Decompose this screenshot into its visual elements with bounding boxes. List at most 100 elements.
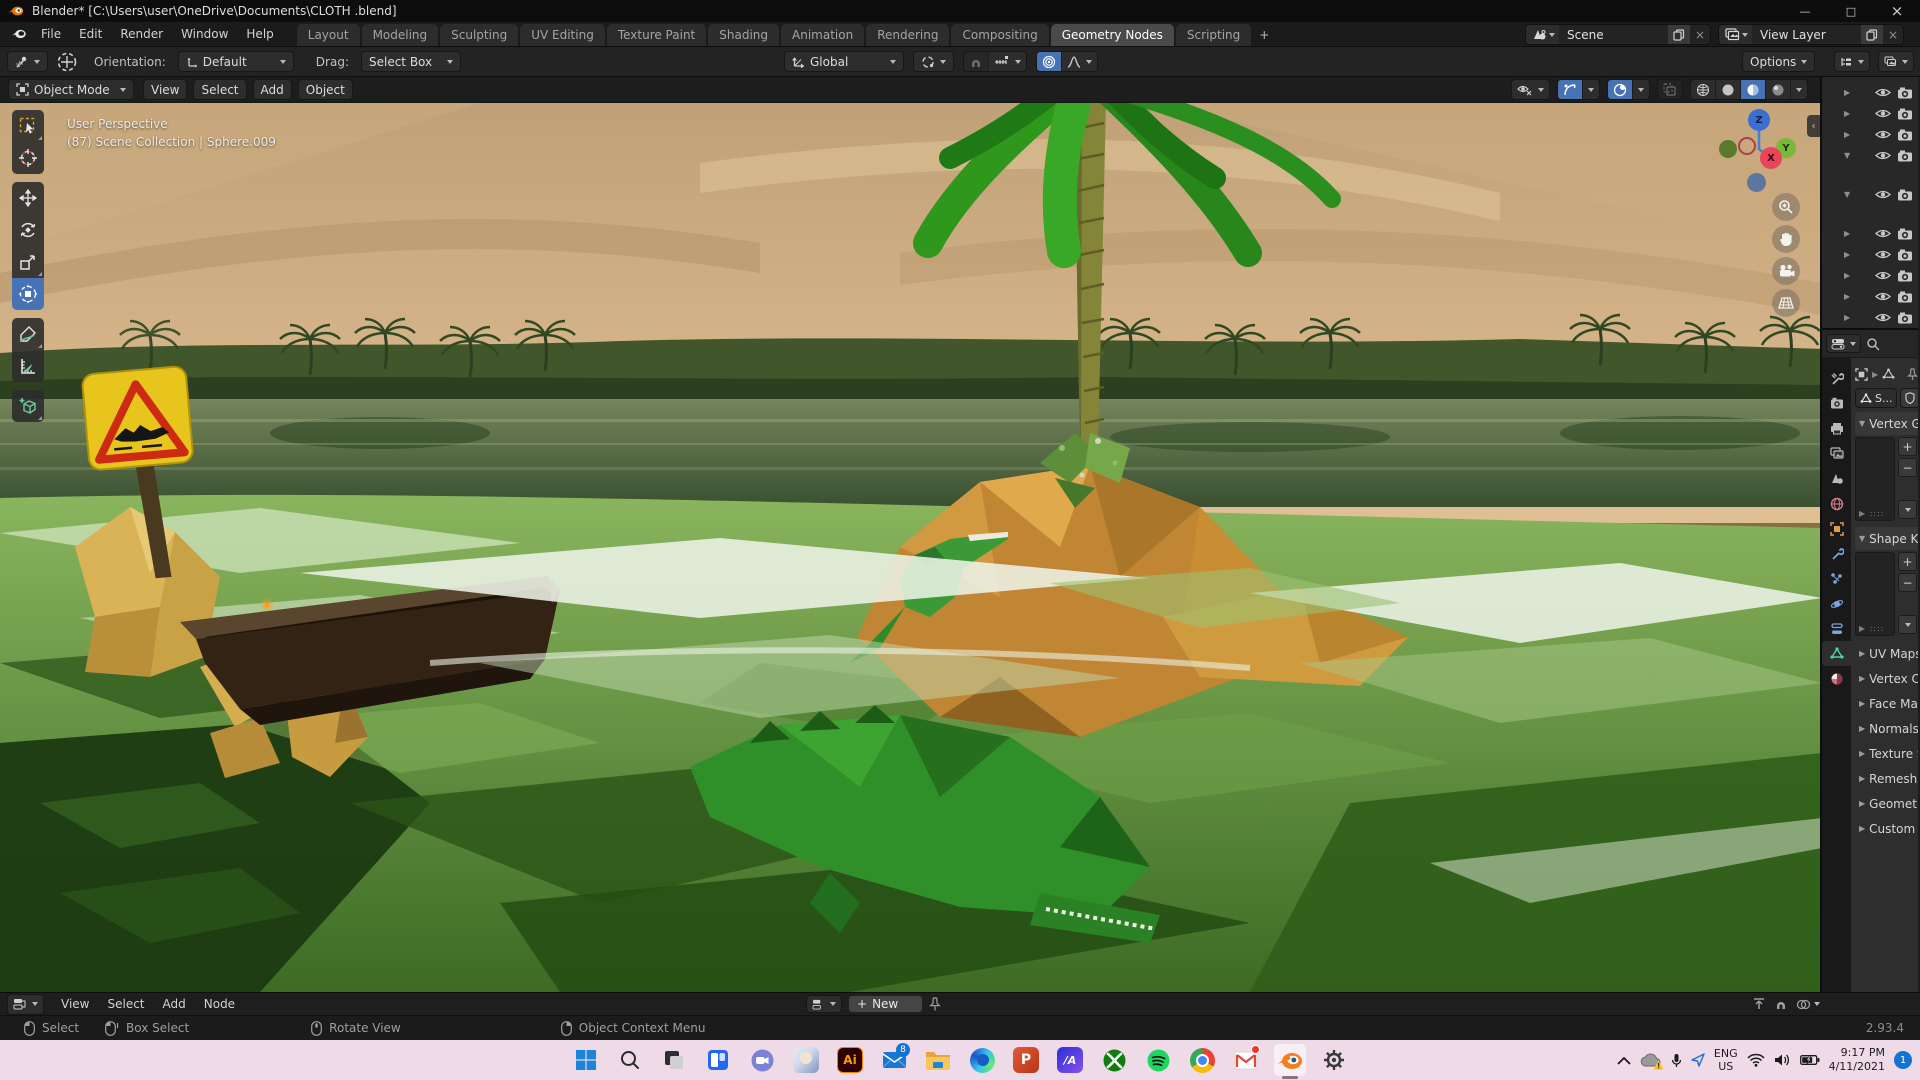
- tab-shading[interactable]: Shading: [708, 24, 779, 46]
- disable-render-camera-icon[interactable]: [1897, 228, 1913, 240]
- add-shape-key-button[interactable]: +: [1898, 552, 1917, 571]
- scene-selector[interactable]: Scene ×: [1525, 24, 1711, 45]
- spotify-app[interactable]: [1136, 1040, 1180, 1080]
- disable-render-camera-icon[interactable]: [1897, 249, 1913, 261]
- shape-key-specials-button[interactable]: [1898, 615, 1917, 634]
- outliner-row[interactable]: ▶: [1822, 286, 1918, 307]
- disable-render-camera-icon[interactable]: [1897, 150, 1913, 162]
- pan-button[interactable]: [1772, 225, 1800, 253]
- view-layer-selector[interactable]: View Layer ×: [1718, 24, 1904, 45]
- disclosure-icon[interactable]: ▶: [1844, 229, 1858, 238]
- shading-dropdown[interactable]: [1791, 80, 1807, 99]
- search-icon[interactable]: [1866, 337, 1880, 351]
- tab-material[interactable]: [1822, 666, 1851, 691]
- outliner-row[interactable]: ▼: [1822, 184, 1918, 205]
- scene-name[interactable]: Scene: [1559, 25, 1668, 44]
- disclosure-icon[interactable]: ▶: [1844, 250, 1858, 259]
- tab-geometry-nodes[interactable]: Geometry Nodes: [1051, 24, 1174, 46]
- fake-user-shield-button[interactable]: [1900, 388, 1918, 408]
- tab-scene[interactable]: [1822, 466, 1851, 491]
- tab-compositing[interactable]: Compositing: [951, 24, 1048, 46]
- list-grip[interactable]: ▶ ::::: [1859, 624, 1884, 633]
- task-view-button[interactable]: [652, 1040, 696, 1080]
- pin-icon[interactable]: [929, 997, 941, 1011]
- gizmo-axis-x[interactable]: X: [1760, 147, 1782, 169]
- disable-render-camera-icon[interactable]: [1897, 291, 1913, 303]
- tool-transform[interactable]: [12, 278, 44, 310]
- menu-edit[interactable]: Edit: [70, 21, 111, 46]
- viewport-menu-view[interactable]: View: [143, 79, 187, 100]
- node-menu-view[interactable]: View: [52, 993, 98, 1016]
- new-scene-button[interactable]: [1668, 25, 1690, 44]
- outliner-row-child[interactable]: [1822, 166, 1918, 184]
- node-tree-selector[interactable]: [806, 995, 842, 1013]
- remove-view-layer-button[interactable]: ×: [1883, 25, 1903, 44]
- disclosure-icon[interactable]: ▶: [1844, 109, 1858, 118]
- maximize-button[interactable]: □: [1828, 0, 1874, 22]
- section-vertex-colors[interactable]: ▶Vertex Colors: [1855, 667, 1918, 690]
- section-face-maps[interactable]: ▶Face Maps: [1855, 692, 1918, 715]
- tool-annotate[interactable]: [12, 318, 44, 350]
- outliner-row[interactable]: ▶: [1822, 124, 1918, 145]
- xray-toggle[interactable]: [1658, 80, 1682, 99]
- tab-world[interactable]: [1822, 491, 1851, 516]
- remove-vertex-group-button[interactable]: −: [1898, 458, 1917, 477]
- tool-move[interactable]: [12, 182, 44, 214]
- disable-render-camera-icon[interactable]: [1897, 108, 1913, 120]
- disable-render-camera-icon[interactable]: [1897, 312, 1913, 324]
- tab-modifiers[interactable]: [1822, 541, 1851, 566]
- section-remesh[interactable]: ▶Remesh: [1855, 767, 1918, 790]
- microphone-tray-icon[interactable]: [1671, 1053, 1682, 1068]
- tab-object-data[interactable]: [1822, 641, 1851, 666]
- remove-shape-key-button[interactable]: −: [1898, 573, 1917, 592]
- scene-render[interactable]: [0, 103, 1822, 992]
- settings-app[interactable]: [1312, 1040, 1356, 1080]
- location-tray-icon[interactable]: [1691, 1053, 1705, 1067]
- battery-icon[interactable]: [1800, 1054, 1820, 1066]
- hide-eye-icon[interactable]: [1875, 150, 1891, 161]
- adobe-blue-app[interactable]: /A: [1048, 1040, 1092, 1080]
- active-tool-icon[interactable]: [56, 51, 78, 73]
- overlap-icon[interactable]: [1796, 998, 1811, 1011]
- teams-chat-button[interactable]: [740, 1040, 784, 1080]
- viewport-menu-add[interactable]: Add: [253, 79, 292, 100]
- tool-select-box[interactable]: [12, 110, 44, 142]
- view-layer-name[interactable]: View Layer: [1752, 25, 1861, 44]
- disclosure-icon[interactable]: ▶: [1844, 88, 1858, 97]
- close-button[interactable]: ×: [1874, 0, 1920, 22]
- tool-measure[interactable]: [12, 350, 44, 382]
- object-breadcrumb-icon[interactable]: [1855, 368, 1868, 381]
- outliner-row[interactable]: ▼: [1822, 145, 1918, 166]
- section-geometry-data[interactable]: ▶Geometry Data: [1855, 792, 1918, 815]
- section-shape-keys[interactable]: ▼ Shape Keys: [1855, 527, 1918, 550]
- camera-view-button[interactable]: [1772, 257, 1800, 285]
- hide-eye-icon[interactable]: [1875, 189, 1891, 200]
- tab-view-layer[interactable]: [1822, 441, 1851, 466]
- node-editor-type-button[interactable]: [7, 994, 44, 1015]
- disclosure-icon[interactable]: ▶: [1844, 313, 1858, 322]
- menu-help[interactable]: Help: [237, 21, 282, 46]
- outliner-row[interactable]: ▶: [1822, 103, 1918, 124]
- gizmo-axis-y-neg[interactable]: [1738, 137, 1756, 155]
- sidebar-collapse-arrow[interactable]: ‹: [1807, 115, 1820, 137]
- tab-sculpting[interactable]: Sculpting: [440, 24, 518, 46]
- speaker-icon[interactable]: [1774, 1053, 1791, 1067]
- disclosure-icon[interactable]: ▼: [1844, 190, 1858, 199]
- shading-wireframe-button[interactable]: [1691, 80, 1716, 99]
- tab-object[interactable]: [1822, 516, 1851, 541]
- vertex-groups-listbox[interactable]: ▶ ::::: [1855, 437, 1895, 521]
- gizmo-axis-z-neg[interactable]: [1747, 173, 1766, 192]
- go-parent-node-tree-icon[interactable]: [1752, 998, 1766, 1011]
- disable-render-camera-icon[interactable]: [1897, 129, 1913, 141]
- section-custom-properties[interactable]: ▶Custom Properties: [1855, 817, 1918, 840]
- mesh-name-field[interactable]: S...: [1855, 388, 1897, 408]
- outliner-row-child[interactable]: [1822, 205, 1918, 223]
- shading-solid-button[interactable]: [1716, 80, 1741, 99]
- falloff-dropdown[interactable]: [1062, 52, 1097, 71]
- illustrator-app[interactable]: Ai: [828, 1040, 872, 1080]
- powerpoint-app[interactable]: P: [1004, 1040, 1048, 1080]
- hide-eye-icon[interactable]: [1875, 249, 1891, 260]
- tab-animation[interactable]: Animation: [781, 24, 864, 46]
- gmail-app[interactable]: [1224, 1040, 1268, 1080]
- hide-eye-icon[interactable]: [1875, 129, 1891, 140]
